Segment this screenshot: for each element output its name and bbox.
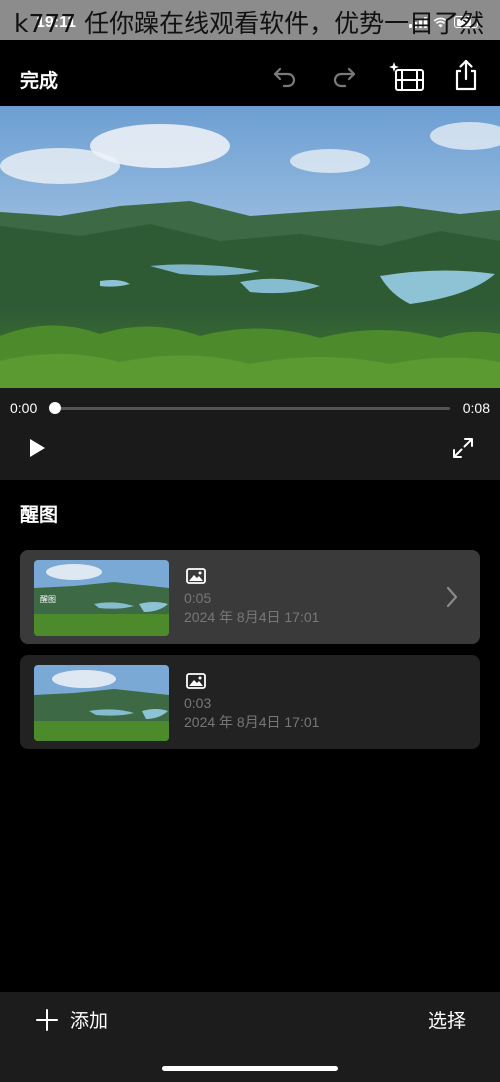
project-section-title: 醒图 xyxy=(20,505,59,526)
status-bar: 19:11 k777 任你躁在线观看软件，优势一目了然 xyxy=(0,0,500,40)
timeline-track[interactable] xyxy=(54,407,450,410)
clip-thumbnail-image xyxy=(34,665,169,741)
current-time: 0:00 xyxy=(10,400,38,416)
play-icon[interactable] xyxy=(28,438,46,458)
redo-icon[interactable] xyxy=(330,62,358,90)
thumbnail-label: 醒图 xyxy=(40,595,56,604)
add-button[interactable]: 添加 xyxy=(36,1006,108,1033)
landscape-image xyxy=(0,106,500,388)
magic-film-icon[interactable] xyxy=(387,60,427,94)
playback-controls: 0:00 0:08 xyxy=(0,388,500,480)
chevron-right-icon[interactable] xyxy=(446,586,458,608)
undo-icon[interactable] xyxy=(271,62,299,90)
select-button[interactable]: 选择 xyxy=(428,1006,466,1033)
clip-card[interactable]: 醒图 0:05 2024 年 8月4日 17:01 xyxy=(20,550,480,644)
total-time: 0:08 xyxy=(462,400,490,416)
bottom-toolbar: 添加 选择 xyxy=(0,992,500,1082)
photo-icon xyxy=(186,568,206,584)
photo-icon xyxy=(186,673,206,689)
done-button[interactable]: 完成 xyxy=(20,66,58,93)
add-label: 添加 xyxy=(70,1011,109,1032)
clip-thumbnail: 醒图 xyxy=(34,560,169,636)
video-preview[interactable] xyxy=(0,106,500,388)
clip-card[interactable]: 0:03 2024 年 8月4日 17:01 xyxy=(20,655,480,749)
plus-icon xyxy=(36,1008,58,1031)
editor-toolbar: 完成 xyxy=(0,40,500,106)
home-indicator[interactable] xyxy=(162,1066,338,1071)
clip-date: 2024 年 8月4日 17:01 xyxy=(184,609,320,625)
clip-thumbnail xyxy=(34,665,169,741)
clip-date: 2024 年 8月4日 17:01 xyxy=(184,714,320,730)
clip-duration: 0:05 xyxy=(184,590,212,606)
share-icon[interactable] xyxy=(452,58,480,92)
overlay-caption: k777 任你躁在线观看软件，优势一目了然 xyxy=(14,9,485,38)
expand-icon[interactable] xyxy=(452,437,474,459)
timeline-handle[interactable] xyxy=(49,402,61,414)
clip-duration: 0:03 xyxy=(184,695,212,711)
